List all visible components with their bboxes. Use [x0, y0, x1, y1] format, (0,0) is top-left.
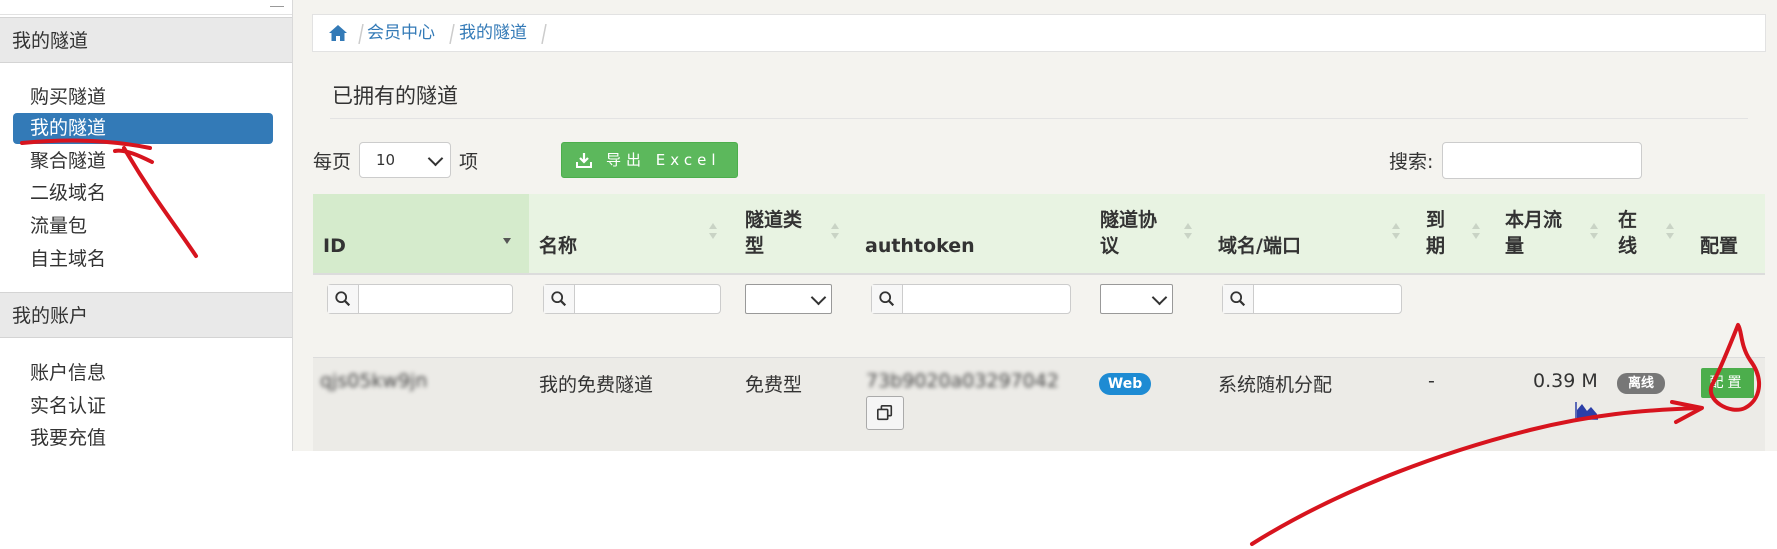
export-excel-button[interactable]: 导出 Excel — [561, 142, 738, 178]
sort-icon[interactable] — [1184, 222, 1192, 240]
sidebar-item-aggregate-tunnel[interactable]: 聚合隧道 — [13, 146, 273, 177]
sidebar-item-account-info[interactable]: 账户信息 — [13, 358, 273, 389]
chevron-down-icon — [427, 150, 444, 167]
breadcrumb-member-center[interactable]: 会员中心 — [367, 15, 435, 51]
search-icon — [328, 285, 359, 313]
column-header-expire[interactable]: 到 期 — [1426, 207, 1445, 259]
column-header-online[interactable]: 在 线 — [1618, 207, 1637, 259]
cell-name: 我的免费隧道 — [539, 374, 654, 396]
app-screen: 我的隧道 购买隧道 我的隧道 聚合隧道 二级域名 流量包 自主域名 我的账户 账… — [0, 0, 1777, 451]
column-header-expire-line2: 期 — [1426, 235, 1446, 257]
column-header-type-line1: 隧道类 — [745, 209, 803, 231]
cell-id: qjs05kw9jn — [320, 370, 428, 392]
sidebar-item-traffic-pack[interactable]: 流量包 — [13, 211, 273, 242]
title-divider — [330, 118, 1748, 119]
filter-authtoken-input[interactable] — [871, 284, 1071, 314]
sidebar-item-custom-domain[interactable]: 自主域名 — [13, 244, 273, 275]
per-page-prefix: 每页 — [313, 151, 352, 173]
column-header-authtoken: authtoken — [865, 235, 975, 257]
column-header-expire-line1: 到 — [1426, 209, 1446, 231]
sidebar-section-tunnels[interactable]: 我的隧道 — [0, 17, 292, 63]
sort-icon[interactable] — [1392, 222, 1400, 240]
breadcrumb-separator-icon — [541, 24, 547, 44]
column-header-domain[interactable]: 域名/端口 — [1218, 233, 1301, 259]
sort-desc-icon[interactable] — [503, 228, 511, 246]
breadcrumb-separator-icon — [449, 24, 455, 44]
sidebar-item-buy-tunnel[interactable]: 购买隧道 — [13, 82, 273, 113]
column-header-type-line2: 型 — [745, 235, 765, 257]
sidebar-item-subdomain[interactable]: 二级域名 — [13, 178, 273, 209]
sidebar: 我的隧道 购买隧道 我的隧道 聚合隧道 二级域名 流量包 自主域名 我的账户 账… — [0, 0, 293, 451]
copy-token-button[interactable] — [866, 396, 904, 430]
online-status-badge: 离线 — [1617, 373, 1665, 394]
sidebar-item-recharge[interactable]: 我要充值 — [13, 423, 273, 451]
column-header-id[interactable]: ID — [323, 233, 346, 259]
search-icon — [1223, 285, 1254, 313]
copy-icon — [876, 404, 893, 421]
page-size-value: 10 — [376, 151, 396, 169]
sidebar-top-edge — [0, 0, 292, 15]
cell-traffic: 0.39 M — [1533, 370, 1598, 392]
search-input[interactable] — [1442, 142, 1642, 179]
export-excel-label: 导出 Excel — [606, 151, 721, 169]
chevron-down-icon — [1151, 289, 1168, 306]
filter-id-input[interactable] — [327, 284, 513, 314]
collapse-icon[interactable] — [270, 0, 284, 7]
page-title: 已拥有的隧道 — [332, 84, 458, 108]
column-header-protocol[interactable]: 隧道协 议 — [1100, 207, 1157, 259]
sort-icon[interactable] — [831, 222, 839, 240]
home-icon[interactable] — [328, 23, 348, 43]
sidebar-item-my-tunnels[interactable]: 我的隧道 — [13, 113, 273, 144]
download-icon — [576, 153, 592, 168]
breadcrumb-my-tunnels[interactable]: 我的隧道 — [459, 15, 527, 51]
sidebar-item-real-name[interactable]: 实名认证 — [13, 391, 273, 422]
column-header-traffic-line2: 量 — [1505, 235, 1525, 257]
column-header-online-line1: 在 — [1618, 209, 1638, 231]
filter-protocol-select[interactable] — [1100, 284, 1173, 314]
sort-icon[interactable] — [1472, 222, 1480, 240]
chevron-down-icon — [810, 289, 827, 306]
cell-type: 免费型 — [745, 374, 803, 396]
sidebar-section-account[interactable]: 我的账户 — [0, 292, 292, 338]
config-button[interactable]: 配置 — [1701, 368, 1754, 398]
sort-icon[interactable] — [1590, 222, 1598, 240]
search-icon — [872, 285, 903, 313]
sort-icon[interactable] — [1666, 222, 1674, 240]
page-size-select[interactable]: 10 — [359, 142, 451, 178]
column-header-online-line2: 线 — [1618, 235, 1638, 257]
column-header-traffic[interactable]: 本月流 量 — [1505, 207, 1562, 259]
column-header-type[interactable]: 隧道类 型 — [745, 207, 802, 259]
column-header-traffic-line1: 本月流 — [1505, 209, 1563, 231]
traffic-chart-icon[interactable] — [1575, 400, 1599, 420]
filter-type-select[interactable] — [745, 284, 832, 314]
column-header-config: 配置 — [1700, 235, 1739, 257]
breadcrumb-separator-icon — [358, 24, 364, 44]
per-page-suffix: 项 — [459, 151, 479, 173]
filter-domain-input[interactable] — [1222, 284, 1402, 314]
column-header-protocol-line2: 议 — [1100, 235, 1120, 257]
breadcrumb: 会员中心 我的隧道 — [312, 14, 1766, 52]
search-label: 搜索: — [1389, 151, 1434, 173]
column-header-name[interactable]: 名称 — [539, 233, 577, 259]
cell-domain: 系统随机分配 — [1218, 374, 1333, 396]
cell-authtoken: 73b9020a03297042 — [866, 370, 1059, 392]
sort-icon[interactable] — [709, 222, 717, 240]
search-icon — [544, 285, 575, 313]
column-header-protocol-line1: 隧道协 — [1100, 209, 1158, 231]
cell-expire: - — [1428, 370, 1435, 392]
filter-name-input[interactable] — [543, 284, 721, 314]
protocol-badge: Web — [1099, 373, 1151, 395]
